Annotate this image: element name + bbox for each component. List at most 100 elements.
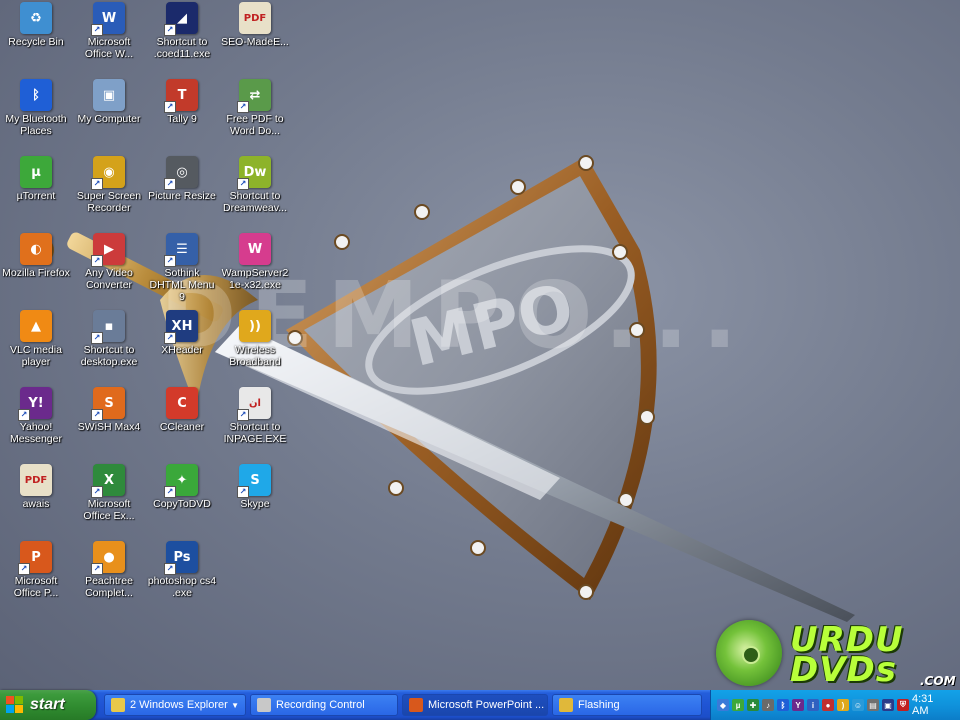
recorder-tray-icon[interactable]: ● (822, 699, 834, 711)
desktop-icon[interactable]: ▪ ↗ Shortcut to desktop.exe (73, 310, 145, 368)
desktop-icon-label: CopyToDVD (153, 498, 211, 510)
desktop-icon-label: Sothink DHTML Menu 9 (149, 267, 215, 303)
desktop-icon[interactable]: ✦ ↗ CopyToDVD (146, 464, 218, 510)
desktop-icon[interactable]: ▲ VLC media player (0, 310, 72, 368)
desktop-icon-label: Shortcut to .coed11.exe (153, 36, 211, 60)
desktop-icon[interactable]: ᛒ My Bluetooth Places (0, 79, 72, 137)
shortcut-arrow-icon: ↗ (91, 332, 103, 344)
desktop-icon[interactable]: ◉ ↗ Super Screen Recorder (73, 156, 145, 214)
desktop-icon[interactable]: P ↗ Microsoft Office P... (0, 541, 72, 599)
tray-icons: ◆ µ ✚ ♪ ᛒ Yi ●) ☺ ▤ ▣ ⛨ (717, 699, 912, 711)
app-icon: W ↗ (91, 2, 125, 36)
shortcut-arrow-icon: ↗ (91, 255, 103, 267)
desktop-icon[interactable]: µ µTorrent (0, 156, 72, 202)
desktop-icon[interactable]: W ↗ Microsoft Office W... (73, 2, 145, 60)
yahoo-tray-icon[interactable]: Y (792, 699, 804, 711)
taskbar: start 2 Windows Explorer ▼ Recording Contr… (0, 690, 960, 720)
bluetooth-tray-icon[interactable]: ᛒ (777, 699, 789, 711)
messenger-tray-icon[interactable]: ☺ (852, 699, 864, 711)
desktop-icon[interactable]: ● ↗ Peachtree Complet... (73, 541, 145, 599)
urdudvds-logo: URDU DVDs .COM (698, 618, 960, 690)
desktop-icon[interactable]: ☰ ↗ Sothink DHTML Menu 9 (146, 233, 218, 303)
desktop-icon-label: Recycle Bin (8, 36, 64, 48)
app-icon: Dw ↗ (237, 156, 271, 190)
taskbar-button[interactable]: 2 Windows Explorer ▼ (104, 694, 246, 716)
shield-tray-icon[interactable]: ✚ (747, 699, 759, 711)
desktop-icon-label: SWiSH Max4 (77, 421, 141, 433)
taskbar-button[interactable]: Flashing (552, 694, 702, 716)
shortcut-arrow-icon: ↗ (91, 409, 103, 421)
app-icon: ᛒ (20, 79, 52, 111)
desktop-icon-label: Free PDF to Word Do... (226, 113, 284, 137)
app-icon: ◎ ↗ (164, 156, 198, 190)
shortcut-arrow-icon: ↗ (237, 101, 249, 113)
display-tray-icon[interactable]: ▣ (882, 699, 894, 711)
start-button[interactable]: start (0, 690, 96, 720)
desktop-icon-label: My Bluetooth Places (5, 113, 67, 137)
desktop-icon[interactable]: X ↗ Microsoft Office Ex... (73, 464, 145, 522)
shortcut-arrow-icon: ↗ (91, 486, 103, 498)
desktop-icon-label: SEO-MadeE... (221, 36, 289, 48)
clock[interactable]: 4:31 AM (912, 693, 950, 717)
desktop-icon[interactable]: ▶ ↗ Any Video Converter (73, 233, 145, 291)
desktop-icon[interactable]: ◢ ↗ Shortcut to .coed11.exe (146, 2, 218, 60)
desktop-icon-label: Super Screen Recorder (76, 190, 142, 214)
desktop-icon[interactable]: ◐ Mozilla Firefox (0, 233, 72, 279)
shortcut-arrow-icon: ↗ (237, 178, 249, 190)
volume-icon[interactable]: ♪ (762, 699, 774, 711)
desktop-icon-label: Wireless Broadband (229, 344, 281, 368)
shortcut-arrow-icon: ↗ (164, 486, 176, 498)
app-icon: X ↗ (91, 464, 125, 498)
desktop-icon[interactable]: ♻ Recycle Bin (0, 2, 72, 48)
taskbar-button-label: Flashing (578, 699, 620, 711)
desktop-icon[interactable]: T ↗ Tally 9 (146, 79, 218, 125)
desktop-icon-label: µTorrent (16, 190, 56, 202)
desktop-icon[interactable]: ان ↗ Shortcut to INPAGE.EXE (219, 387, 291, 445)
info-tray-icon[interactable]: i (807, 699, 819, 711)
shortcut-arrow-icon: ↗ (18, 563, 30, 575)
app-icon: ◉ ↗ (91, 156, 125, 190)
desktop-icon[interactable]: C CCleaner (146, 387, 218, 433)
desktop-icon[interactable]: PDF SEO-MadeE... (219, 2, 291, 48)
network-icon[interactable]: ◆ (717, 699, 729, 711)
app-icon: ▲ (20, 310, 52, 342)
shortcut-arrow-icon: ↗ (164, 255, 176, 267)
torrent-tray-icon[interactable]: µ (732, 699, 744, 711)
start-label: start (30, 696, 65, 713)
logo-line-2: DVDs (790, 650, 897, 690)
desktop-icon[interactable]: ▣ My Computer (73, 79, 145, 125)
desktop-icon[interactable]: S ↗ SWiSH Max4 (73, 387, 145, 433)
recorder-icon (257, 698, 271, 712)
printer-tray-icon[interactable]: ▤ (867, 699, 879, 711)
app-icon: C (166, 387, 198, 419)
desktop-icon[interactable]: ⇄ ↗ Free PDF to Word Do... (219, 79, 291, 137)
desktop-icon[interactable]: Y! ↗ Yahoo! Messenger (0, 387, 72, 445)
security-tray-icon[interactable]: ⛨ (897, 699, 909, 711)
taskbar-button-label: 2 Windows Explorer (130, 699, 228, 711)
app-icon: ان ↗ (237, 387, 271, 421)
desktop-icon-label: photoshop cs4 .exe (147, 575, 217, 599)
desktop-icon-label: Microsoft Office W... (84, 36, 134, 60)
desktop-icon-label: Microsoft Office Ex... (83, 498, 135, 522)
desktop-icon[interactable]: PDF awais (0, 464, 72, 510)
taskbar-button-label: Microsoft PowerPoint ... (428, 699, 545, 711)
desktop-icon[interactable]: )) Wireless Broadband (219, 310, 291, 368)
wifi-tray-icon[interactable]: ) (837, 699, 849, 711)
desktop[interactable]: MPO DEMPO... ♻ Recycle Bin W ↗ Microsoft Off… (0, 0, 960, 690)
desktop-icon-label: awais (22, 498, 50, 510)
desktop-icon[interactable]: S ↗ Skype (219, 464, 291, 510)
desktop-icon[interactable]: Ps ↗ photoshop cs4 .exe (146, 541, 218, 599)
taskbar-button[interactable]: Recording Control (250, 694, 398, 716)
desktop-icon[interactable]: XH ↗ XHeader (146, 310, 218, 356)
desktop-icon-label: Yahoo! Messenger (10, 421, 62, 445)
taskbar-button[interactable]: Microsoft PowerPoint ... (402, 694, 548, 716)
desktop-icon[interactable]: ◎ ↗ Picture Resize (146, 156, 218, 202)
desktop-icon[interactable]: Dw ↗ Shortcut to Dreamweav... (219, 156, 291, 214)
desktop-icon-label: Tally 9 (167, 113, 197, 125)
desktop-icon[interactable]: W WampServer2 1e-x32.exe (219, 233, 291, 291)
flash-icon (559, 698, 573, 712)
desktop-icon-label: Shortcut to Dreamweav... (223, 190, 287, 214)
app-icon: S ↗ (91, 387, 125, 421)
shortcut-arrow-icon: ↗ (18, 409, 30, 421)
shortcut-arrow-icon: ↗ (237, 409, 249, 421)
